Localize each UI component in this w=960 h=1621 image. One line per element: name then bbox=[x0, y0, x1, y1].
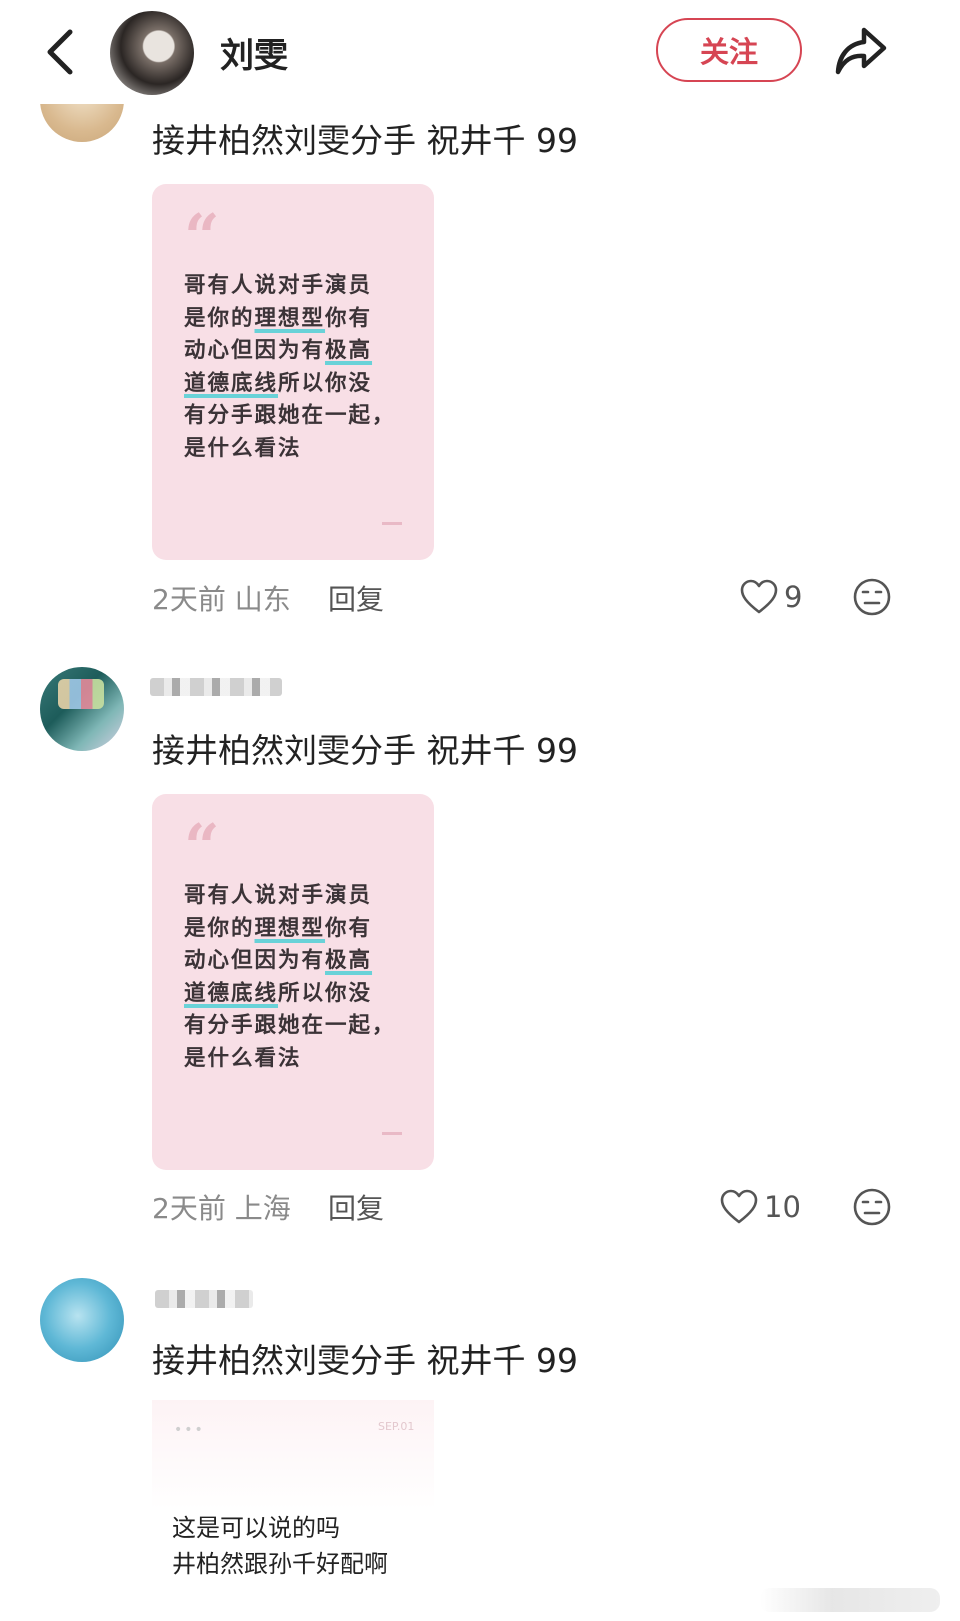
share-icon bbox=[835, 27, 887, 75]
like-button[interactable]: 9 bbox=[740, 575, 802, 619]
follow-button[interactable]: 关注 bbox=[656, 18, 802, 82]
reply-button[interactable]: 回复 bbox=[328, 1187, 384, 1227]
top-bar: 刘雯 关注 bbox=[0, 0, 960, 104]
comment-text: 接井柏然刘雯分手 祝井千 99 bbox=[152, 731, 578, 770]
comment-time: 2天前 bbox=[152, 1192, 226, 1225]
quote-line: 是你的理想型你有 bbox=[184, 915, 373, 941]
chevron-left-icon bbox=[47, 29, 73, 75]
quote-line: 道德底线所以你没 bbox=[184, 980, 373, 1006]
author-name[interactable]: 刘雯 bbox=[220, 28, 288, 77]
heart-icon bbox=[740, 579, 778, 614]
comment-meta: 2天前 山东 bbox=[152, 578, 291, 618]
comment-meta: 2天前 上海 bbox=[152, 1187, 291, 1227]
share-button[interactable] bbox=[832, 22, 890, 80]
image-text-line: 井柏然跟孙千好配啊 bbox=[172, 1550, 388, 1578]
back-button[interactable] bbox=[42, 26, 82, 78]
quote-image-card[interactable]: “ 哥有人说对手演员 是你的理想型你有 动心但因为有极高 道德底线所以你没 有分… bbox=[152, 794, 434, 1170]
like-button[interactable]: 10 bbox=[720, 1185, 801, 1229]
quote-line: 有分手跟她在一起， bbox=[184, 1013, 396, 1038]
divider bbox=[382, 522, 402, 525]
image-text-line: 这是可以说的吗 bbox=[172, 1514, 340, 1542]
quote-image-card[interactable]: “ 哥有人说对手演员 是你的理想型你有 动心但因为有极高 道德底线所以你没 有分… bbox=[152, 184, 434, 560]
reply-button[interactable]: 回复 bbox=[328, 578, 384, 618]
comment-location: 上海 bbox=[234, 1192, 291, 1225]
neutral-face-icon bbox=[853, 1188, 891, 1226]
like-count: 10 bbox=[764, 1190, 801, 1224]
comment-text: 接井柏然刘雯分手 祝井千 99 bbox=[152, 121, 578, 160]
quote-line: 有分手跟她在一起， bbox=[184, 403, 396, 428]
commenter-avatar[interactable] bbox=[40, 1278, 124, 1362]
screenshot-image-card[interactable]: ••• SEP.01 这是可以说的吗 井柏然跟孙千好配啊 bbox=[152, 1400, 434, 1621]
quote-text: 哥有人说对手演员 是你的理想型你有 动心但因为有极高 道德底线所以你没 有分手跟… bbox=[184, 270, 414, 465]
neutral-face-icon bbox=[853, 578, 891, 616]
comment-time: 2天前 bbox=[152, 583, 226, 616]
quote-mark-icon: “ bbox=[184, 810, 220, 883]
image-header bbox=[152, 1400, 434, 1510]
quote-text: 哥有人说对手演员 是你的理想型你有 动心但因为有极高 道德底线所以你没 有分手跟… bbox=[184, 880, 414, 1075]
like-count: 9 bbox=[784, 580, 803, 614]
dislike-button[interactable] bbox=[852, 577, 892, 617]
heart-icon bbox=[720, 1189, 758, 1224]
author-avatar[interactable] bbox=[110, 11, 194, 95]
more-dots-icon: ••• bbox=[174, 1422, 205, 1438]
dislike-button[interactable] bbox=[852, 1187, 892, 1227]
commenter-avatar[interactable] bbox=[40, 667, 124, 751]
watermark bbox=[760, 1588, 940, 1612]
quote-line: 哥有人说对手演员 bbox=[184, 883, 373, 908]
quote-line: 是什么看法 bbox=[184, 1045, 302, 1071]
quote-line: 动心但因为有极高 bbox=[184, 948, 373, 973]
image-corner-text: SEP.01 bbox=[378, 1420, 415, 1433]
quote-line: 道德底线所以你没 bbox=[184, 370, 373, 396]
quote-mark-icon: “ bbox=[184, 200, 220, 273]
comment-location: 山东 bbox=[234, 583, 291, 616]
quote-line: 是什么看法 bbox=[184, 435, 302, 461]
quote-line: 哥有人说对手演员 bbox=[184, 273, 373, 298]
quote-line: 动心但因为有极高 bbox=[184, 338, 373, 363]
comment-text: 接井柏然刘雯分手 祝井千 99 bbox=[152, 1341, 578, 1380]
username-redacted[interactable] bbox=[155, 1290, 253, 1308]
quote-line: 是你的理想型你有 bbox=[184, 305, 373, 331]
username-redacted[interactable] bbox=[150, 678, 282, 696]
divider bbox=[382, 1132, 402, 1135]
